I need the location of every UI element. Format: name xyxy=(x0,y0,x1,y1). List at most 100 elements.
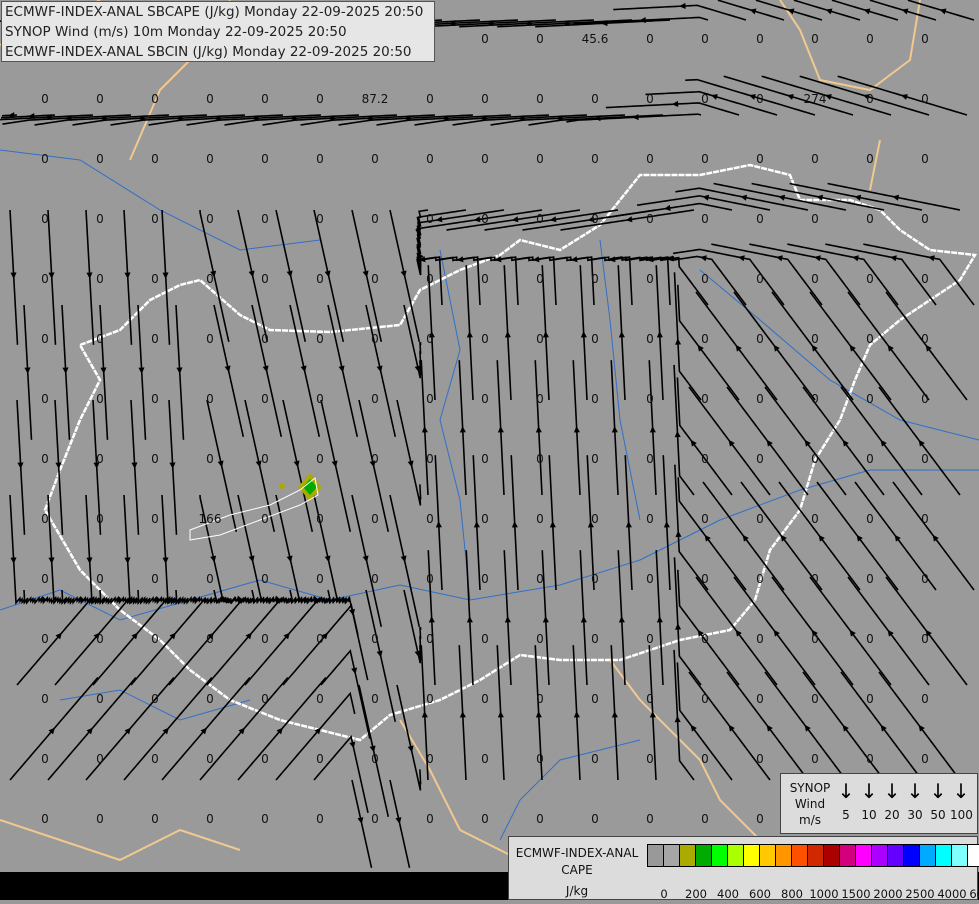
streamline-arrowhead xyxy=(124,557,131,564)
streamline xyxy=(130,596,216,686)
borders-layer xyxy=(0,0,978,881)
streamline-arrowhead xyxy=(700,255,707,262)
cin-value-label: 0 xyxy=(371,692,379,706)
cin-value-label: 0 xyxy=(151,512,159,526)
cin-value-label: 0 xyxy=(811,512,819,526)
cin-value-label: 0 xyxy=(536,752,544,766)
color-swatch xyxy=(648,845,664,866)
scale-tick-label: 0 xyxy=(660,887,668,901)
cin-value-label: 0 xyxy=(206,752,214,766)
cin-value-label: 0 xyxy=(536,632,544,646)
streamline-arrowhead xyxy=(286,270,293,278)
cin-value-label: 0 xyxy=(426,452,434,466)
cin-value-label: 0 xyxy=(426,812,434,826)
cin-value-label: 0 xyxy=(261,152,269,166)
map-canvas: 0 0 0 0 0 0 0 0 0 0 45.6 0 0 0 0 0 0 0 0 0 0 0 0 87.2 0 0 0 0 0 0 0 274… xyxy=(0,0,979,881)
color-swatch xyxy=(968,845,979,866)
cin-value-label: 0 xyxy=(261,632,269,646)
streamline-arrowhead xyxy=(580,616,587,623)
synop-legend-label: SYNOP Wind m/s xyxy=(785,780,835,828)
streamline-arrowhead xyxy=(338,365,345,373)
cin-value-label: 0 xyxy=(921,392,929,406)
cin-value-label: 0 xyxy=(756,632,764,646)
streamline-arrowhead xyxy=(679,2,686,9)
cin-value-label: 0 xyxy=(866,212,874,226)
cin-value-label: 0 xyxy=(41,512,49,526)
streamline-arrowhead xyxy=(459,426,466,433)
color-swatch xyxy=(936,845,952,866)
cin-value-label: 0 xyxy=(536,212,544,226)
streamline-arrowhead xyxy=(618,331,625,338)
streamline-arrowhead xyxy=(421,711,428,718)
color-swatch xyxy=(696,845,712,866)
cin-value-label: 0 xyxy=(371,212,379,226)
cin-value-label: 0 xyxy=(371,512,379,526)
cin-value-label: 0 xyxy=(371,272,379,286)
cin-value-label: 0 xyxy=(756,512,764,526)
color-swatch xyxy=(776,845,792,866)
cin-value-label: 0 xyxy=(41,572,49,586)
cin-value-label: 0 xyxy=(426,272,434,286)
cin-value-label: 0 xyxy=(206,392,214,406)
cin-value-label: 0 xyxy=(646,92,654,106)
streamline xyxy=(825,243,937,306)
cin-value-label: 0 xyxy=(96,272,104,286)
streamline-arrowhead xyxy=(100,367,107,374)
streamline-arrowhead xyxy=(224,365,231,373)
cin-value-label: 0 xyxy=(426,752,434,766)
synop-legend-item: ↓ 20 xyxy=(881,780,903,822)
cin-value-label: 0 xyxy=(481,32,489,46)
streamline-arrowhead xyxy=(324,555,331,563)
color-swatch xyxy=(728,845,744,866)
scale-tick-label: 6000 xyxy=(969,887,979,901)
streamline xyxy=(320,649,371,739)
cin-value-label: 0 xyxy=(261,452,269,466)
cin-value-label: 0 xyxy=(371,152,379,166)
cin-value-label: 0 xyxy=(206,692,214,706)
streamline-arrowhead xyxy=(24,367,31,374)
cin-value-label: 0 xyxy=(591,692,599,706)
cin-value-label: 0 xyxy=(261,692,269,706)
cin-value-label: 0 xyxy=(96,452,104,466)
cin-value-label: 0 xyxy=(206,272,214,286)
cin-value-label: 0 xyxy=(261,512,269,526)
region-border xyxy=(0,819,241,862)
cin-value-label: 0 xyxy=(756,752,764,766)
cin-value-label: 0 xyxy=(481,392,489,406)
cin-value-label: 0 xyxy=(261,392,269,406)
streamline-arrowhead xyxy=(169,462,176,469)
model-label: ECMWF-INDEX-ANAL xyxy=(515,846,639,860)
scale-tick-label: 600 xyxy=(749,887,771,901)
cin-value-label: 0 xyxy=(866,752,874,766)
color-swatch xyxy=(680,845,696,866)
weather-map[interactable]: 0 0 0 0 0 0 0 0 0 0 45.6 0 0 0 0 0 0 0 0 0 0 0 0 87.2 0 0 0 0 0 0 0 274… xyxy=(0,0,979,900)
cin-value-label: 0 xyxy=(536,92,544,106)
color-swatch xyxy=(760,845,776,866)
cin-value-label: 0 xyxy=(371,752,379,766)
cin-value-label: 0 xyxy=(921,752,929,766)
cin-value-label: 0 xyxy=(206,332,214,346)
cin-value-label: 0 xyxy=(921,212,929,226)
cin-value-label: 0 xyxy=(591,332,599,346)
streamline xyxy=(9,494,29,605)
cin-value-label: 0 xyxy=(866,32,874,46)
cin-value-label: 0 xyxy=(756,92,764,106)
cin-value-label: 0 xyxy=(426,512,434,526)
cin-value-label: 0 xyxy=(756,332,764,346)
cin-value-label: 0 xyxy=(96,512,104,526)
cin-value-label: 0 xyxy=(481,632,489,646)
color-swatch xyxy=(664,845,680,866)
cin-value-label: 0 xyxy=(96,152,104,166)
streamline-arrowhead xyxy=(86,272,93,279)
cin-value-label: 0 xyxy=(96,752,104,766)
color-swatch xyxy=(808,845,824,866)
cin-value-label: 0 xyxy=(151,812,159,826)
cin-value-label: 0 xyxy=(756,812,764,826)
streamline-arrowhead xyxy=(300,365,307,373)
cape-color-legend: ECMWF-INDEX-ANAL CAPE J/kg 0 200 400 600 800… xyxy=(508,836,979,901)
cin-value-label: 0 xyxy=(811,692,819,706)
scale-tick-label: 800 xyxy=(781,887,803,901)
cin-value-label: 0 xyxy=(646,332,654,346)
streamline-arrowhead xyxy=(459,711,466,718)
streamlines-layer xyxy=(0,0,975,869)
